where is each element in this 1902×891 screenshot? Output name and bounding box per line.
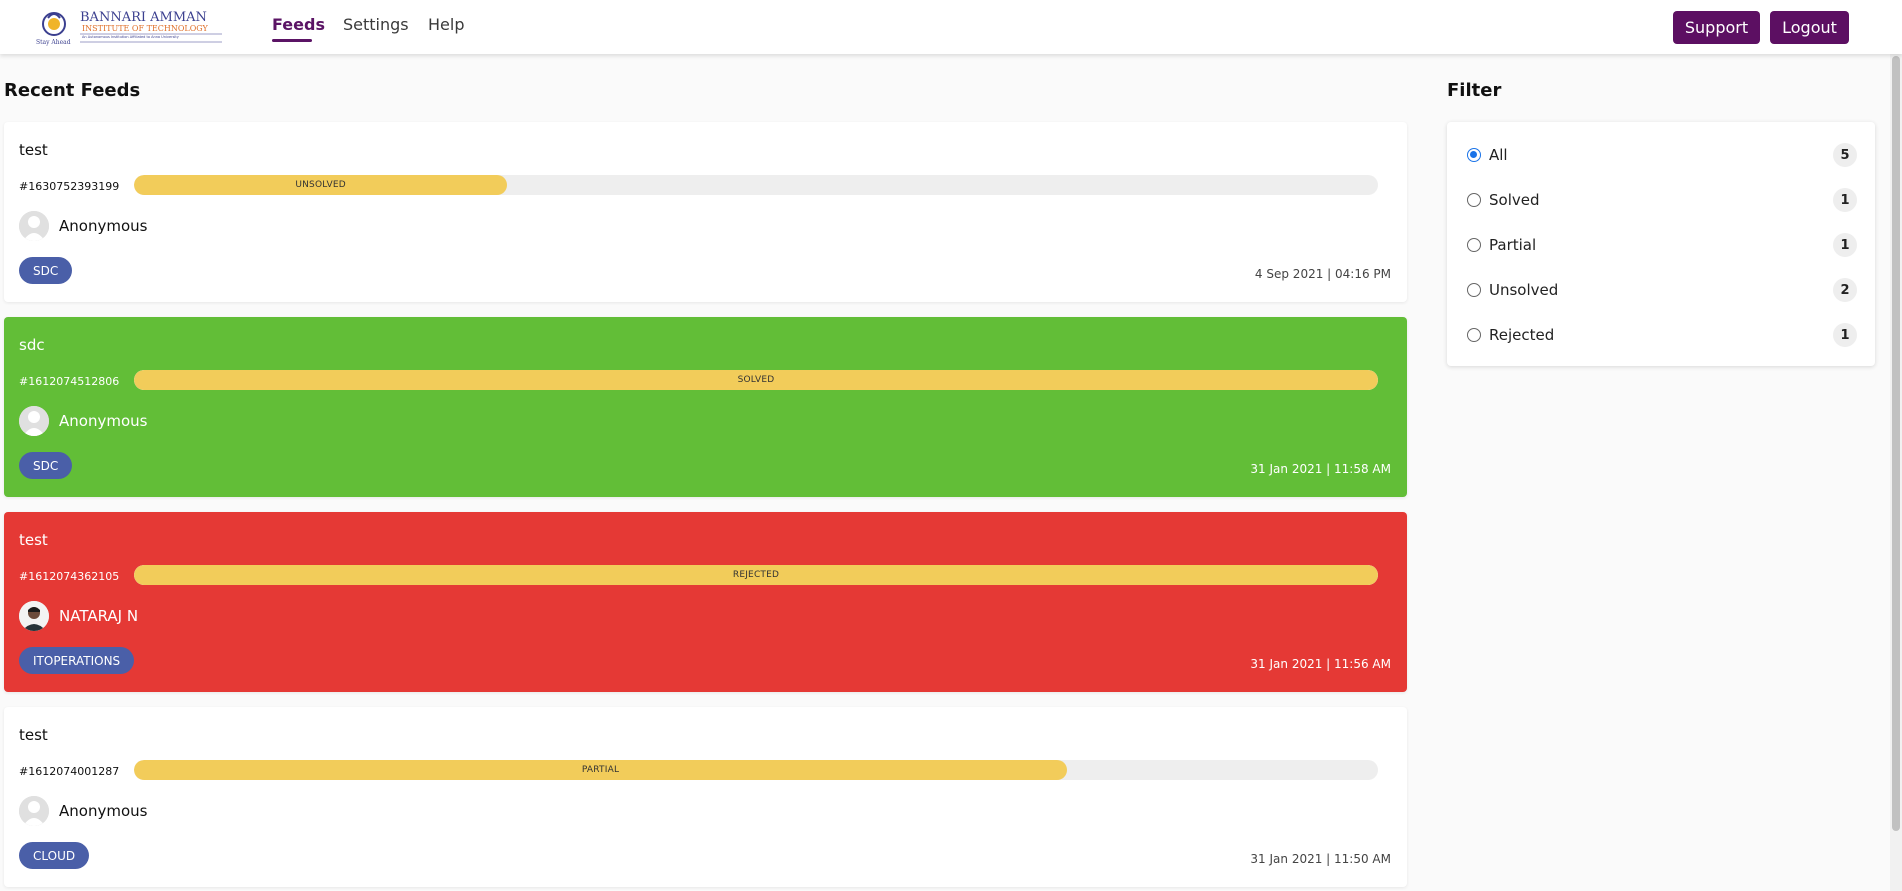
page-scrollbar-thumb[interactable] [1892, 56, 1900, 831]
svg-text:An Autonomous Institution Affi: An Autonomous Institution Affiliated to … [82, 35, 179, 39]
nav-settings[interactable]: Settings [343, 15, 409, 34]
feeds-heading: Recent Feeds [4, 80, 141, 101]
filter-count-badge: 5 [1833, 143, 1857, 167]
radio-button-icon[interactable] [1467, 148, 1481, 162]
feed-tag[interactable]: ITOPERATIONS [19, 647, 135, 674]
filter-panel: All 5 Solved 1 Partial 1 Unsolved 2 Reje… [1447, 122, 1875, 366]
feed-timestamp: 4 Sep 2021 | 04:16 PM [1254, 267, 1391, 281]
radio-button-icon[interactable] [1467, 328, 1481, 342]
feed-author: Anonymous [59, 802, 148, 820]
user-photo-icon [19, 601, 49, 631]
feed-title: test [19, 141, 48, 159]
filter-option-unsolved[interactable]: Unsolved 2 [1467, 275, 1857, 305]
feed-timestamp: 31 Jan 2021 | 11:50 AM [1250, 852, 1391, 866]
feed-title: test [19, 531, 48, 549]
filter-count-badge: 1 [1833, 323, 1857, 347]
feed-timestamp: 31 Jan 2021 | 11:58 AM [1250, 462, 1391, 476]
radio-button-icon[interactable] [1467, 193, 1481, 207]
status-progress-bar: UNSOLVED [134, 175, 1378, 195]
status-progress-fill: UNSOLVED [134, 175, 508, 195]
status-progress-fill: SOLVED [134, 370, 1378, 390]
filter-count-badge: 1 [1833, 233, 1857, 257]
filter-count-badge: 2 [1833, 278, 1857, 302]
status-progress-fill: PARTIAL [134, 760, 1067, 780]
status-progress-bar: PARTIAL [134, 760, 1378, 780]
nav-help[interactable]: Help [428, 15, 464, 34]
status-label: REJECTED [732, 570, 780, 580]
filter-option-rejected[interactable]: Rejected 1 [1467, 320, 1857, 350]
filter-option-label: Unsolved [1489, 281, 1559, 299]
feed-id: #1612074512806 [19, 375, 120, 388]
logout-button[interactable]: Logout [1770, 11, 1849, 44]
status-progress-fill: REJECTED [134, 565, 1378, 585]
feed-title: test [19, 726, 48, 744]
status-progress-bar: SOLVED [134, 370, 1378, 390]
feed-author: Anonymous [59, 412, 148, 430]
svg-text:BANNARI AMMAN: BANNARI AMMAN [80, 10, 207, 25]
filter-option-label: All [1489, 146, 1508, 164]
feed-tag[interactable]: SDC [19, 452, 73, 479]
feed-author: Anonymous [59, 217, 148, 235]
feed-id: #1612074362105 [19, 570, 120, 583]
top-navbar: Stay Ahead BANNARI AMMAN INSTITUTE OF TE… [0, 0, 1902, 54]
feed-timestamp: 31 Jan 2021 | 11:56 AM [1250, 657, 1391, 671]
feed-tag[interactable]: CLOUD [19, 842, 90, 869]
filter-option-partial[interactable]: Partial 1 [1467, 230, 1857, 260]
status-label: SOLVED [737, 375, 775, 385]
user-placeholder-icon [19, 211, 49, 241]
feed-tag[interactable]: SDC [19, 257, 73, 284]
status-label: PARTIAL [581, 765, 620, 775]
radio-button-icon[interactable] [1467, 283, 1481, 297]
filter-option-solved[interactable]: Solved 1 [1467, 185, 1857, 215]
filter-count-badge: 1 [1833, 188, 1857, 212]
filter-option-label: Solved [1489, 191, 1540, 209]
institute-logo[interactable]: Stay Ahead BANNARI AMMAN INSTITUTE OF TE… [34, 6, 224, 46]
user-placeholder-icon [19, 406, 49, 436]
filter-option-label: Partial [1489, 236, 1537, 254]
status-label: UNSOLVED [295, 180, 346, 190]
feed-title: sdc [19, 336, 45, 354]
feed-id: #1612074001287 [19, 765, 120, 778]
filter-option-label: Rejected [1489, 326, 1555, 344]
feed-card[interactable]: test #1630752393199 UNSOLVED Anonymous S… [4, 122, 1407, 302]
svg-text:Stay Ahead: Stay Ahead [36, 39, 71, 46]
svg-text:INSTITUTE OF TECHNOLOGY: INSTITUTE OF TECHNOLOGY [82, 24, 209, 33]
feed-id: #1630752393199 [19, 180, 120, 193]
feed-card[interactable]: test #1612074362105 REJECTED NATARAJ N I… [4, 512, 1407, 692]
radio-button-icon[interactable] [1467, 238, 1481, 252]
filter-option-all[interactable]: All 5 [1467, 140, 1857, 170]
feed-author: NATARAJ N [59, 607, 139, 625]
nav-feeds[interactable]: Feeds [272, 15, 325, 34]
nav-active-indicator [272, 39, 312, 42]
support-button[interactable]: Support [1673, 11, 1760, 44]
user-placeholder-icon [19, 796, 49, 826]
status-progress-bar: REJECTED [134, 565, 1378, 585]
filter-heading: Filter [1447, 80, 1502, 101]
feed-card[interactable]: sdc #1612074512806 SOLVED Anonymous SDC … [4, 317, 1407, 497]
feed-card[interactable]: test #1612074001287 PARTIAL Anonymous CL… [4, 707, 1407, 887]
